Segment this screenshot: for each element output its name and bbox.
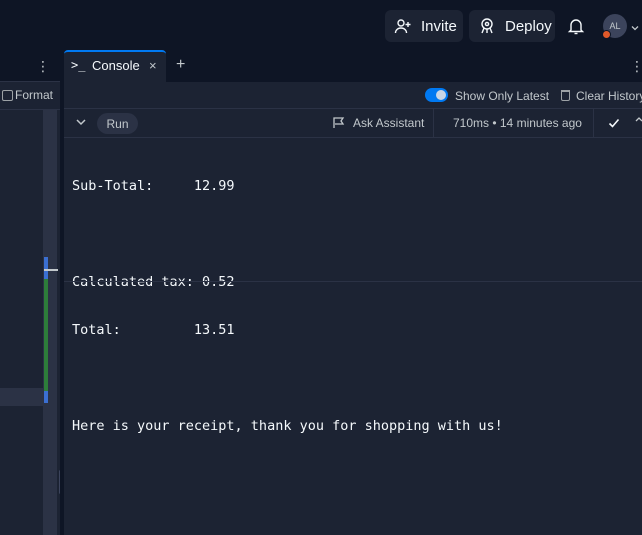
output-line: Sub-Total: 12.99	[72, 178, 235, 194]
kebab-menu-icon[interactable]: ⋮	[630, 58, 642, 75]
console-entry-header: Run Ask Assistant 710ms • 14 minutes ago	[64, 109, 642, 138]
show-only-latest-toggle[interactable]	[425, 88, 448, 102]
add-tab-button[interactable]: +	[176, 56, 185, 74]
separator	[433, 109, 434, 138]
console-tab-bar: >_ Console × + ⋮	[64, 50, 642, 82]
chevron-down-icon[interactable]	[630, 20, 640, 31]
format-icon	[2, 90, 13, 101]
tab-console-label: Console	[92, 58, 140, 73]
toggle-knob	[436, 90, 446, 100]
kebab-menu-icon[interactable]: ⋮	[36, 58, 50, 74]
output-line: Calculated tax: 0.52	[72, 274, 235, 290]
show-only-latest-label[interactable]: Show Only Latest	[455, 89, 549, 103]
editor-pane: ⋮ Format	[0, 50, 62, 535]
console-toolbar: Show Only Latest Clear History	[64, 82, 642, 109]
scroll-position-marker	[44, 269, 58, 271]
add-user-icon	[393, 16, 413, 36]
deploy-label: Deploy	[505, 17, 552, 35]
change-marker-modified	[44, 391, 48, 403]
output-line: Here is your receipt, thank you for shop…	[72, 418, 503, 434]
invite-button[interactable]: Invite	[385, 10, 463, 42]
top-bar: Invite Deploy AL	[0, 0, 642, 50]
check-icon	[607, 116, 621, 130]
avatar-initials: AL	[609, 21, 621, 31]
separator	[593, 109, 594, 138]
output-divider	[64, 281, 642, 282]
change-marker-modified	[44, 257, 48, 279]
notification-badge	[602, 30, 611, 39]
trash-icon	[561, 90, 570, 101]
deploy-icon	[477, 16, 497, 36]
invite-label: Invite	[421, 17, 457, 35]
chevron-down-icon[interactable]	[74, 115, 88, 129]
change-marker-added	[44, 279, 48, 391]
run-badge: Run	[97, 113, 138, 134]
run-timing: 710ms • 14 minutes ago	[453, 116, 582, 130]
run-label: Run	[106, 116, 129, 131]
tab-console[interactable]: >_ Console ×	[64, 50, 166, 82]
console-pane: >_ Console × + ⋮ Show Only Latest Clear …	[64, 50, 642, 535]
output-line: Total: 13.51	[72, 322, 235, 338]
editor-tab-bar: ⋮	[0, 50, 60, 82]
deploy-button[interactable]: Deploy	[469, 10, 555, 42]
bell-icon[interactable]	[566, 16, 586, 36]
ask-assistant-icon	[332, 116, 346, 130]
ask-assistant-button[interactable]: Ask Assistant	[353, 116, 424, 130]
format-button[interactable]: Format	[15, 88, 53, 102]
close-icon[interactable]: ×	[149, 58, 157, 73]
terminal-icon: >_	[71, 58, 86, 72]
active-line-highlight	[0, 388, 43, 406]
pin-icon[interactable]	[635, 116, 642, 130]
clear-history-button[interactable]: Clear History	[576, 89, 642, 103]
console-output: Sub-Total: 12.99 Calculated tax: 0.52 To…	[72, 146, 632, 466]
editor-toolbar: Format	[0, 82, 60, 110]
